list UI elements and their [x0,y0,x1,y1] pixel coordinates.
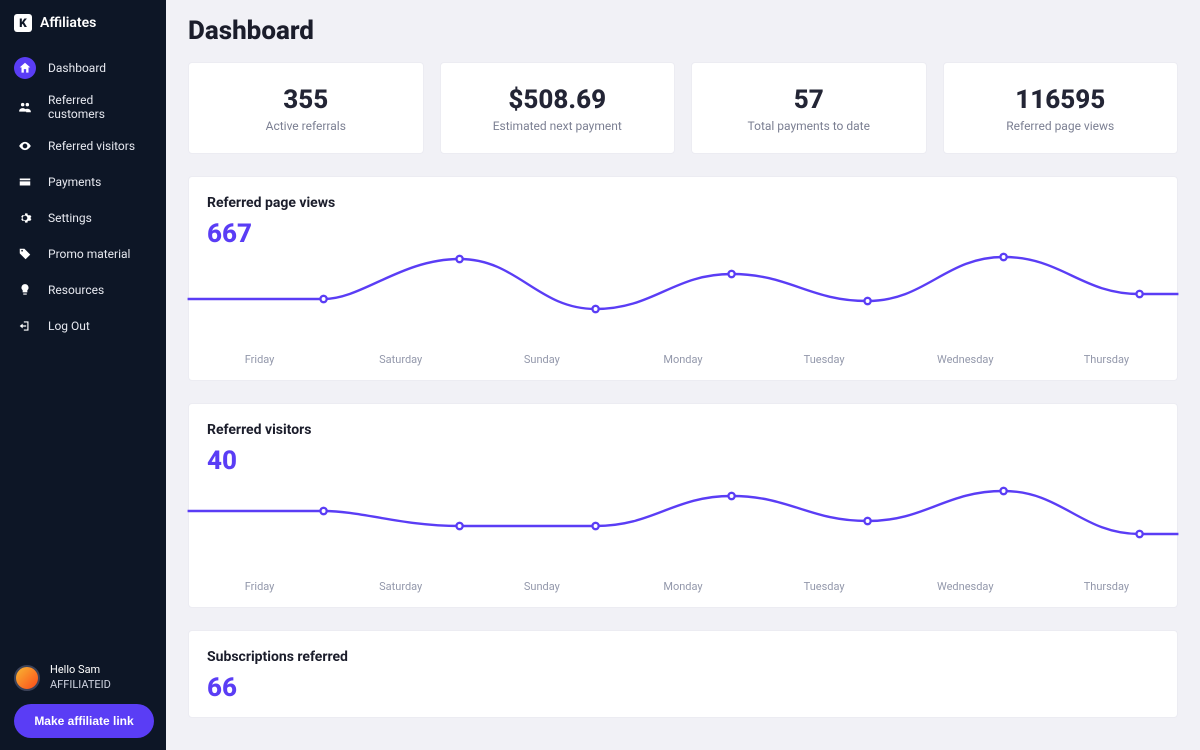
eye-icon [14,135,36,157]
sidebar-item-settings[interactable]: Settings [0,200,166,236]
sidebar-item-label: Dashboard [48,61,106,75]
sidebar-item-label: Payments [48,175,101,189]
chart-title: Referred page views [207,195,1159,211]
x-label: Tuesday [754,353,895,366]
stats-row: 355 Active referrals $508.69 Estimated n… [188,62,1178,154]
stat-card-page-views: 116595 Referred page views [943,62,1179,154]
x-label: Wednesday [895,353,1036,366]
user-block: Hello Sam AFFILIATEID [14,663,152,692]
gear-icon [14,207,36,229]
x-label: Tuesday [754,580,895,593]
logout-icon [14,315,36,337]
sidebar-item-label: Referred visitors [48,139,135,153]
brand-logo-icon: K [14,14,32,32]
user-text: Hello Sam AFFILIATEID [50,663,111,692]
x-label: Saturday [330,353,471,366]
users-icon [14,96,36,118]
brand: K Affiliates [0,14,166,46]
card-icon [14,171,36,193]
home-icon [14,57,36,79]
sidebar-item-referred-visitors[interactable]: Referred visitors [0,128,166,164]
sidebar-nav: Dashboard Referred customers Referred vi… [0,50,166,344]
sidebar-item-promo-material[interactable]: Promo material [0,236,166,272]
chart-metric: 66 [207,673,1159,703]
stat-label: Estimated next payment [451,119,665,133]
stat-label: Total payments to date [702,119,916,133]
x-label: Sunday [471,353,612,366]
stat-label: Referred page views [954,119,1168,133]
sidebar-item-resources[interactable]: Resources [0,272,166,308]
line-chart [207,229,1159,339]
sidebar-item-payments[interactable]: Payments [0,164,166,200]
user-greeting: Hello Sam [50,663,111,677]
stat-value: 355 [199,85,413,115]
sidebar-bottom: Hello Sam AFFILIATEID Make affiliate lin… [0,663,166,738]
stat-card-active-referrals: 355 Active referrals [188,62,424,154]
main-content: Dashboard 355 Active referrals $508.69 E… [166,0,1200,750]
stat-card-next-payment: $508.69 Estimated next payment [440,62,676,154]
avatar [14,665,40,691]
x-label: Friday [189,353,330,366]
x-axis-labels: Friday Saturday Sunday Monday Tuesday We… [189,566,1177,593]
chart-area [207,229,1159,339]
sidebar-item-label: Resources [48,283,104,297]
user-affiliate-id: AFFILIATEID [50,678,111,692]
sidebar-item-logout[interactable]: Log Out [0,308,166,344]
x-label: Friday [189,580,330,593]
chart-card-visitors: Referred visitors 40 Friday Saturday Sun… [188,403,1178,608]
x-axis-labels: Friday Saturday Sunday Monday Tuesday We… [189,339,1177,366]
make-affiliate-link-button[interactable]: Make affiliate link [14,704,154,738]
stat-value: 57 [702,85,916,115]
bulb-icon [14,279,36,301]
line-chart [207,456,1159,566]
page-title: Dashboard [188,16,1178,46]
chart-title: Subscriptions referred [207,649,1159,665]
chart-card-subscriptions: Subscriptions referred 66 [188,630,1178,718]
stat-card-total-payments: 57 Total payments to date [691,62,927,154]
x-label: Monday [612,580,753,593]
x-label: Saturday [330,580,471,593]
x-label: Sunday [471,580,612,593]
stat-value: 116595 [954,85,1168,115]
chart-card-page-views: Referred page views 667 Friday Saturday … [188,176,1178,381]
sidebar-item-label: Log Out [48,319,90,333]
sidebar-item-label: Promo material [48,247,130,261]
sidebar-item-dashboard[interactable]: Dashboard [0,50,166,86]
sidebar-item-label: Settings [48,211,92,225]
brand-text: Affiliates [40,15,96,31]
x-label: Thursday [1036,580,1177,593]
chart-area [207,456,1159,566]
stat-label: Active referrals [199,119,413,133]
chart-title: Referred visitors [207,422,1159,438]
tag-icon [14,243,36,265]
sidebar: K Affiliates Dashboard Referred customer… [0,0,166,750]
x-label: Wednesday [895,580,1036,593]
x-label: Thursday [1036,353,1177,366]
stat-value: $508.69 [451,85,665,115]
x-label: Monday [612,353,753,366]
sidebar-item-referred-customers[interactable]: Referred customers [0,86,166,128]
sidebar-item-label: Referred customers [48,93,152,121]
